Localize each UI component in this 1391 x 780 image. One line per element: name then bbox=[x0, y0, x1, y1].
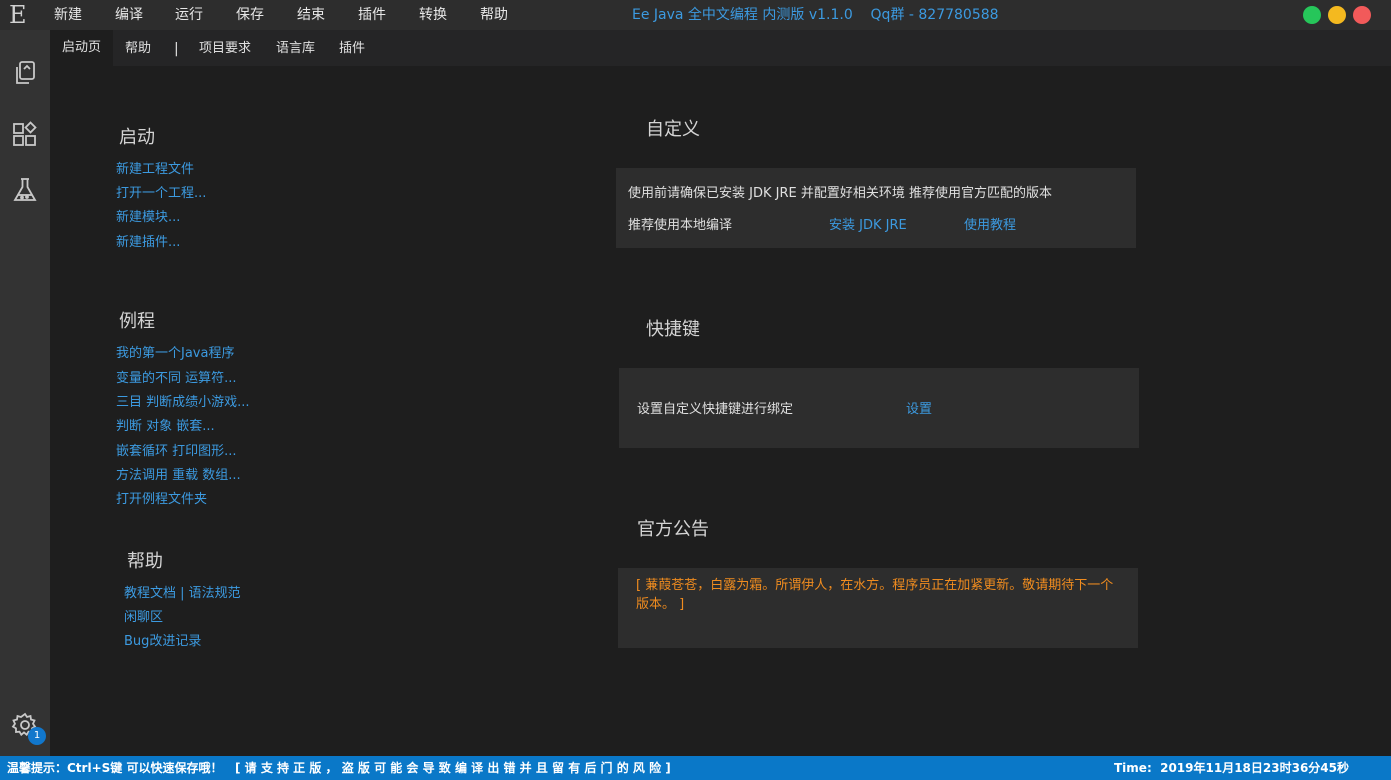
extensions-icon[interactable] bbox=[11, 120, 39, 148]
maximize-button[interactable] bbox=[1303, 6, 1321, 24]
new-plugin-link[interactable]: 新建插件... bbox=[116, 231, 180, 250]
tab-libraries[interactable]: 语言库 bbox=[276, 30, 315, 66]
shortcuts-panel: 设置自定义快捷键进行绑定 设置 bbox=[619, 368, 1139, 448]
start-title: 启动 bbox=[119, 127, 155, 148]
announcement-text: [ 蒹葭苍苍，白露为霜。所谓伊人，在水方。程序员正在加紧更新。敬请期待下一个版本… bbox=[636, 578, 1114, 612]
app-logo: E bbox=[9, 1, 27, 29]
tab-separator: | bbox=[174, 41, 179, 57]
menu-convert[interactable]: 转换 bbox=[419, 0, 447, 30]
example-link[interactable]: 方法调用 重载 数组... bbox=[116, 464, 241, 483]
activity-bar: 1 bbox=[0, 30, 50, 756]
files-icon[interactable] bbox=[11, 59, 39, 87]
tab-bar: 启动页 帮助 | 项目要求 语言库 插件 bbox=[50, 30, 1391, 66]
menu-new[interactable]: 新建 bbox=[54, 0, 82, 30]
shortcuts-title: 快捷键 bbox=[646, 319, 700, 340]
tutorial-link[interactable]: 使用教程 bbox=[964, 214, 1016, 233]
local-compile-text: 推荐使用本地编译 bbox=[628, 218, 733, 233]
jdk-notice: 使用前请确保已安装 JDK JRE 并配置好相关环境 推荐使用官方匹配的版本 bbox=[628, 186, 1052, 201]
chat-link[interactable]: 闲聊区 bbox=[124, 606, 163, 625]
docs-link[interactable]: 教程文档 | 语法规范 bbox=[124, 582, 241, 601]
close-button[interactable] bbox=[1353, 6, 1371, 24]
open-examples-folder-link[interactable]: 打开例程文件夹 bbox=[116, 488, 207, 507]
notification-badge: 1 bbox=[28, 727, 46, 745]
install-jdk-link[interactable]: 安装 JDK JRE bbox=[829, 214, 907, 233]
bug-log-link[interactable]: Bug改进记录 bbox=[124, 630, 201, 649]
shortcut-text: 设置自定义快捷键进行绑定 bbox=[637, 402, 794, 417]
announcement-title: 官方公告 bbox=[637, 519, 709, 540]
status-time: Time: 2019年11月18日23时36分45秒 bbox=[1114, 761, 1349, 775]
help-title: 帮助 bbox=[127, 551, 163, 572]
example-link[interactable]: 判断 对象 嵌套... bbox=[116, 415, 215, 434]
menu-help[interactable]: 帮助 bbox=[480, 0, 508, 30]
open-project-link[interactable]: 打开一个工程... bbox=[116, 182, 206, 201]
window-title: Ee Java 全中文编程 内测版 v1.1.0 Qq群 - 827780588 bbox=[632, 7, 999, 23]
status-tip: 温馨提示：Ctrl+S键 可以快速保存哦！ [ 请 支 持 正 版 ， 盗 版 … bbox=[7, 761, 671, 775]
flask-icon[interactable] bbox=[11, 176, 39, 204]
announcement-panel: [ 蒹葭苍苍，白露为霜。所谓伊人，在水方。程序员正在加紧更新。敬请期待下一个版本… bbox=[618, 568, 1138, 648]
example-link[interactable]: 我的第一个Java程序 bbox=[116, 342, 234, 361]
new-module-link[interactable]: 新建模块... bbox=[116, 206, 180, 225]
tab-plugins[interactable]: 插件 bbox=[339, 30, 365, 66]
new-project-link[interactable]: 新建工程文件 bbox=[116, 158, 194, 177]
examples-title: 例程 bbox=[119, 311, 155, 332]
custom-panel: 使用前请确保已安装 JDK JRE 并配置好相关环境 推荐使用官方匹配的版本 推… bbox=[616, 168, 1136, 248]
shortcut-setting-link[interactable]: 设置 bbox=[906, 398, 932, 417]
example-link[interactable]: 三目 判断成绩小游戏... bbox=[116, 391, 250, 410]
tab-start[interactable]: 启动页 bbox=[50, 30, 114, 66]
example-link[interactable]: 嵌套循环 打印图形... bbox=[116, 440, 237, 459]
menu-compile[interactable]: 编译 bbox=[115, 0, 143, 30]
menu-plugins[interactable]: 插件 bbox=[358, 0, 386, 30]
menu-stop[interactable]: 结束 bbox=[297, 0, 325, 30]
menu-run[interactable]: 运行 bbox=[175, 0, 203, 30]
status-bar: 温馨提示：Ctrl+S键 可以快速保存哦！ [ 请 支 持 正 版 ， 盗 版 … bbox=[0, 756, 1391, 780]
menu-bar: E 新建 编译 运行 保存 结束 插件 转换 帮助 Ee Java 全中文编程 … bbox=[0, 0, 1391, 30]
minimize-button[interactable] bbox=[1328, 6, 1346, 24]
custom-title: 自定义 bbox=[646, 119, 700, 140]
tab-help[interactable]: 帮助 bbox=[125, 30, 151, 66]
menu-save[interactable]: 保存 bbox=[236, 0, 264, 30]
example-link[interactable]: 变量的不同 运算符... bbox=[116, 367, 237, 386]
tab-project-requirements[interactable]: 项目要求 bbox=[199, 30, 251, 66]
